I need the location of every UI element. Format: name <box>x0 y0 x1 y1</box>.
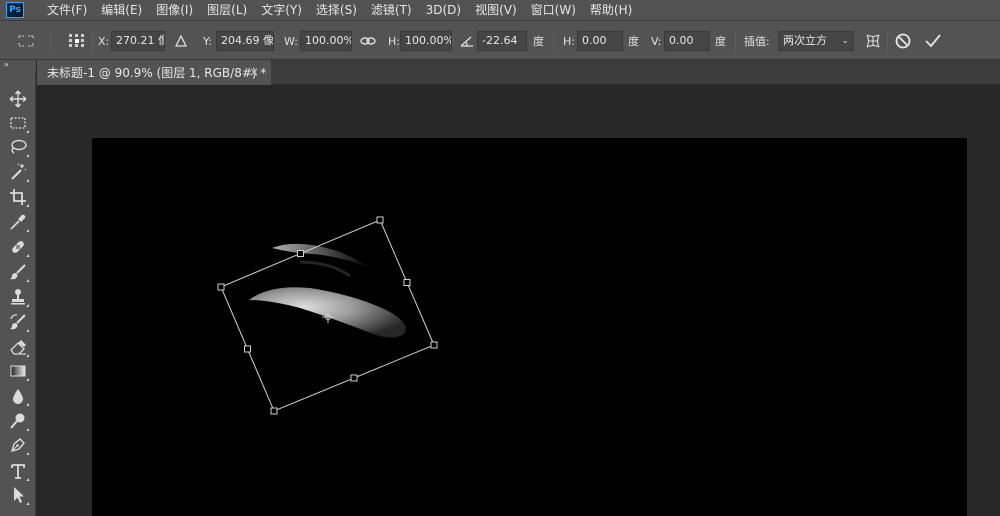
interpolation-label: 插值: <box>744 35 770 48</box>
history-brush-tool-icon[interactable] <box>6 311 30 333</box>
interpolation-value: 两次立方 <box>783 34 827 47</box>
cancel-transform-icon[interactable] <box>894 21 912 61</box>
clone-stamp-tool-icon[interactable] <box>6 286 30 308</box>
angle-unit-label: 度 <box>533 35 544 48</box>
width-scale-field[interactable]: 100.00% <box>300 31 352 51</box>
gradient-tool-icon[interactable] <box>6 360 30 382</box>
document-tab-title: 未标题-1 @ 90.9% (图层 1, RGB/8#) * <box>47 66 267 80</box>
x-position-field[interactable]: 270.21 像素 <box>111 31 165 51</box>
reference-point-icon[interactable] <box>66 21 88 61</box>
document-canvas[interactable] <box>92 138 967 516</box>
marquee-tool-icon[interactable] <box>6 112 30 134</box>
skew-v-label: V: <box>651 34 662 48</box>
path-selection-tool-icon[interactable] <box>6 484 30 506</box>
menu-file[interactable]: 文件(F) <box>40 0 94 20</box>
tools-panel <box>0 70 36 516</box>
chevron-down-icon: ⌄ <box>841 36 849 46</box>
h-label: H: <box>388 34 400 48</box>
menu-view[interactable]: 视图(V) <box>468 0 524 20</box>
relative-position-icon[interactable] <box>174 21 188 61</box>
menu-filter[interactable]: 滤镜(T) <box>364 0 419 20</box>
eraser-tool-icon[interactable] <box>6 336 30 358</box>
lasso-tool-icon[interactable] <box>6 136 30 158</box>
brush-tool-icon[interactable] <box>6 261 30 283</box>
w-label: W: <box>284 34 298 48</box>
rotate-angle-field[interactable]: -22.64 <box>477 31 527 51</box>
menu-edit[interactable]: 编辑(E) <box>94 0 149 20</box>
eyedropper-tool-icon[interactable] <box>6 211 30 233</box>
crop-tool-icon[interactable] <box>6 186 30 208</box>
skew-h-unit-label: 度 <box>628 35 639 48</box>
menu-select[interactable]: 选择(S) <box>309 0 364 20</box>
skew-h-label: H: <box>563 34 575 48</box>
menu-help[interactable]: 帮助(H) <box>583 0 639 20</box>
x-label: X: <box>98 34 110 48</box>
magic-wand-tool-icon[interactable] <box>6 161 30 183</box>
document-tab-bar: 未标题-1 @ 90.9% (图层 1, RGB/8#) * × <box>37 60 1000 85</box>
toolbar-collapse-button[interactable]: » <box>0 60 36 70</box>
menu-layer[interactable]: 图层(L) <box>200 0 254 20</box>
y-label: Y: <box>203 34 212 48</box>
close-icon[interactable]: × <box>249 65 259 79</box>
menu-bar: Ps 文件(F) 编辑(E) 图像(I) 图层(L) 文字(Y) 选择(S) 滤… <box>0 0 1000 20</box>
photoshop-logo[interactable]: Ps <box>6 2 24 18</box>
y-position-field[interactable]: 204.69 像素 <box>216 31 274 51</box>
rotate-angle-icon <box>460 21 474 61</box>
transform-tool-icon <box>16 21 36 61</box>
pen-tool-icon[interactable] <box>6 434 30 456</box>
warp-mode-icon[interactable] <box>864 21 882 61</box>
menu-image[interactable]: 图像(I) <box>149 0 200 20</box>
workspace <box>37 86 1000 516</box>
skew-v-unit-label: 度 <box>715 35 726 48</box>
blur-tool-icon[interactable] <box>6 385 30 407</box>
interpolation-select[interactable]: 两次立方 ⌄ <box>778 31 854 51</box>
type-tool-icon[interactable] <box>6 460 30 482</box>
link-icon[interactable] <box>360 21 376 61</box>
menu-window[interactable]: 窗口(W) <box>524 0 583 20</box>
skew-vertical-field[interactable]: 0.00 <box>664 31 710 51</box>
menu-3d[interactable]: 3D(D) <box>419 0 468 20</box>
move-tool-icon[interactable] <box>6 88 30 110</box>
menu-type[interactable]: 文字(Y) <box>254 0 309 20</box>
skew-horizontal-field[interactable]: 0.00 <box>577 31 623 51</box>
commit-transform-icon[interactable] <box>924 21 942 61</box>
height-scale-field[interactable]: 100.00% <box>400 31 452 51</box>
healing-brush-tool-icon[interactable] <box>6 236 30 258</box>
document-tab[interactable]: 未标题-1 @ 90.9% (图层 1, RGB/8#) * × <box>37 60 271 85</box>
dodge-tool-icon[interactable] <box>6 410 30 432</box>
options-bar: X: 270.21 像素 Y: 204.69 像素 W: 100.00% H: … <box>0 20 1000 60</box>
